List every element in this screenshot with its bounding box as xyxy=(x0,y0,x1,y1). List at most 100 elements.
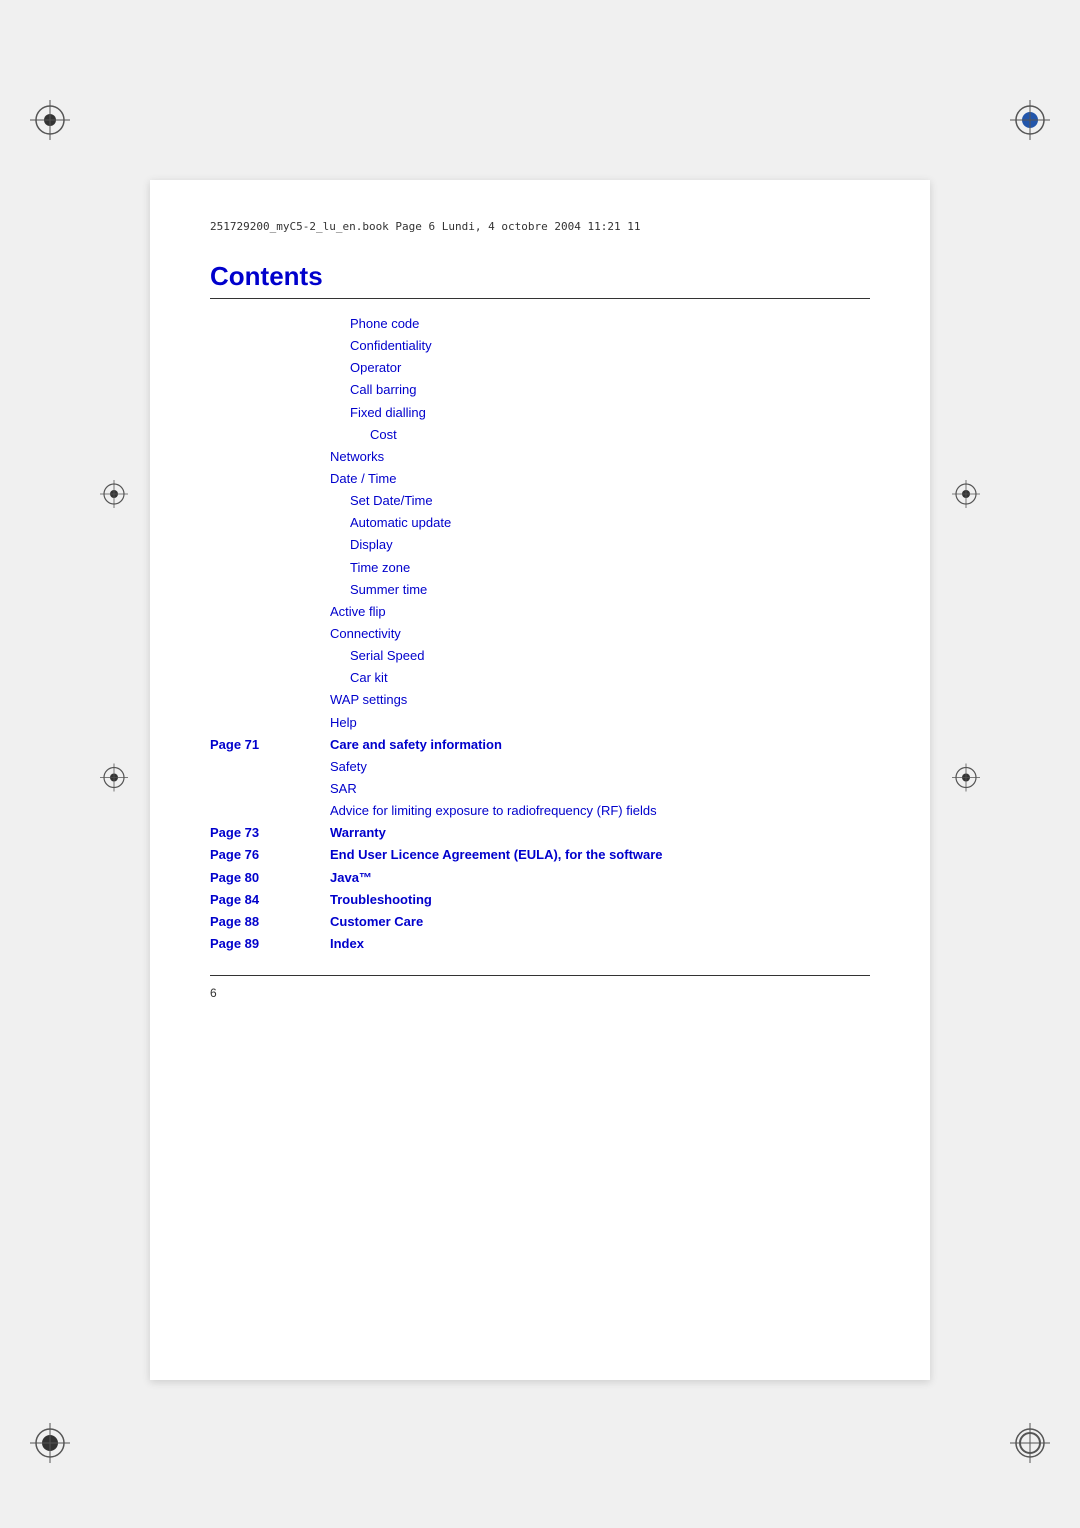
page-number: 6 xyxy=(210,986,870,1000)
toc-item-text: Car kit xyxy=(330,668,870,688)
toc-item: Car kit xyxy=(330,667,870,689)
title-divider xyxy=(210,298,870,299)
toc-item: Confidentiality xyxy=(330,335,870,357)
toc-item-text: Time zone xyxy=(330,558,870,578)
toc-item-text: Advice for limiting exposure to radiofre… xyxy=(330,801,870,821)
toc-page xyxy=(210,402,330,424)
toc-row: Phone code xyxy=(210,313,870,335)
toc-item: Operator xyxy=(330,357,870,379)
toc-item-text: Phone code xyxy=(330,314,870,334)
toc-row: Page 89Index xyxy=(210,933,870,955)
toc-page xyxy=(210,623,330,645)
toc-item-text: Java™ xyxy=(330,868,870,888)
toc-item-text: Display xyxy=(330,535,870,555)
toc-page: Page 80 xyxy=(210,867,330,889)
toc-page xyxy=(210,579,330,601)
toc-page: Page 76 xyxy=(210,844,330,866)
toc-item: Automatic update xyxy=(330,512,870,534)
toc-page: Page 84 xyxy=(210,889,330,911)
toc-item-text: End User Licence Agreement (EULA), for t… xyxy=(330,845,870,865)
toc-row: Page 80Java™ xyxy=(210,867,870,889)
toc-row: Cost xyxy=(210,424,870,446)
toc-row: Call barring xyxy=(210,379,870,401)
toc-item-text: Troubleshooting xyxy=(330,890,870,910)
toc-item-text: Operator xyxy=(330,358,870,378)
toc-row: Confidentiality xyxy=(210,335,870,357)
toc-row: Summer time xyxy=(210,579,870,601)
toc-row: Set Date/Time xyxy=(210,490,870,512)
toc-page xyxy=(210,601,330,623)
contents-title: Contents xyxy=(210,261,870,292)
toc-page: Page 73 xyxy=(210,822,330,844)
toc-item-text: Customer Care xyxy=(330,912,870,932)
toc-page xyxy=(210,512,330,534)
toc-item: Safety xyxy=(330,756,870,778)
book-page: 251729200_myC5-2_lu_en.book Page 6 Lundi… xyxy=(150,180,930,1380)
toc-row: Time zone xyxy=(210,557,870,579)
toc-item: Time zone xyxy=(330,557,870,579)
toc-item: Care and safety information xyxy=(330,734,870,756)
outer-reg-mark-tl xyxy=(30,100,70,145)
toc-item-text: Fixed dialling xyxy=(330,403,870,423)
toc-item-text: Summer time xyxy=(330,580,870,600)
bottom-divider xyxy=(210,975,870,976)
toc-item-text: Safety xyxy=(330,757,870,777)
toc-page: Page 88 xyxy=(210,911,330,933)
toc-item: Java™ xyxy=(330,867,870,889)
side-reg-mark-right-top xyxy=(952,480,980,513)
toc-item: Serial Speed xyxy=(330,645,870,667)
toc-page xyxy=(210,468,330,490)
toc-row: Page 84Troubleshooting xyxy=(210,889,870,911)
side-reg-mark-left-top xyxy=(100,480,128,513)
toc-item: Networks xyxy=(330,446,870,468)
toc-item: Display xyxy=(330,534,870,556)
toc-item-text: Date / Time xyxy=(330,469,870,489)
toc-item-text: Index xyxy=(330,934,870,954)
toc-row: WAP settings xyxy=(210,689,870,711)
toc-item: Active flip xyxy=(330,601,870,623)
toc-item: Date / Time xyxy=(330,468,870,490)
toc-row: SAR xyxy=(210,778,870,800)
toc-item-text: Networks xyxy=(330,447,870,467)
toc-row: Advice for limiting exposure to radiofre… xyxy=(210,800,870,822)
toc-item: Cost xyxy=(330,424,870,446)
file-header: 251729200_myC5-2_lu_en.book Page 6 Lundi… xyxy=(210,220,870,241)
toc-page xyxy=(210,712,330,734)
toc-row: Car kit xyxy=(210,667,870,689)
toc-item: Connectivity xyxy=(330,623,870,645)
toc-item: Phone code xyxy=(330,313,870,335)
toc-row: Safety xyxy=(210,756,870,778)
toc-row: Networks xyxy=(210,446,870,468)
toc-page xyxy=(210,645,330,667)
toc-page: Page 71 xyxy=(210,734,330,756)
toc-page xyxy=(210,778,330,800)
toc-page xyxy=(210,756,330,778)
toc-page xyxy=(210,557,330,579)
toc-row: Serial Speed xyxy=(210,645,870,667)
toc-item-text: Cost xyxy=(330,425,870,445)
side-reg-mark-right-mid xyxy=(952,764,980,797)
toc-item: Advice for limiting exposure to radiofre… xyxy=(330,800,870,822)
toc-item-text: Warranty xyxy=(330,823,870,843)
toc-page xyxy=(210,446,330,468)
toc-page xyxy=(210,335,330,357)
outer-reg-mark-br xyxy=(1010,1423,1050,1468)
outer-reg-mark-tr xyxy=(1010,100,1050,145)
toc-item: Set Date/Time xyxy=(330,490,870,512)
toc-item-text: Call barring xyxy=(330,380,870,400)
toc-item-text: Connectivity xyxy=(330,624,870,644)
toc-page xyxy=(210,534,330,556)
toc-item: Customer Care xyxy=(330,911,870,933)
outer-reg-mark-bl xyxy=(30,1423,70,1468)
toc-item-text: Confidentiality xyxy=(330,336,870,356)
toc-row: Page 88Customer Care xyxy=(210,911,870,933)
toc-page xyxy=(210,689,330,711)
toc-item: Index xyxy=(330,933,870,955)
toc-item-text: Automatic update xyxy=(330,513,870,533)
toc-item-text: Help xyxy=(330,713,870,733)
toc-item: Troubleshooting xyxy=(330,889,870,911)
toc-item: Summer time xyxy=(330,579,870,601)
toc-item-text: Set Date/Time xyxy=(330,491,870,511)
toc-item: Help xyxy=(330,712,870,734)
toc-table: Phone codeConfidentialityOperatorCall ba… xyxy=(210,313,870,955)
